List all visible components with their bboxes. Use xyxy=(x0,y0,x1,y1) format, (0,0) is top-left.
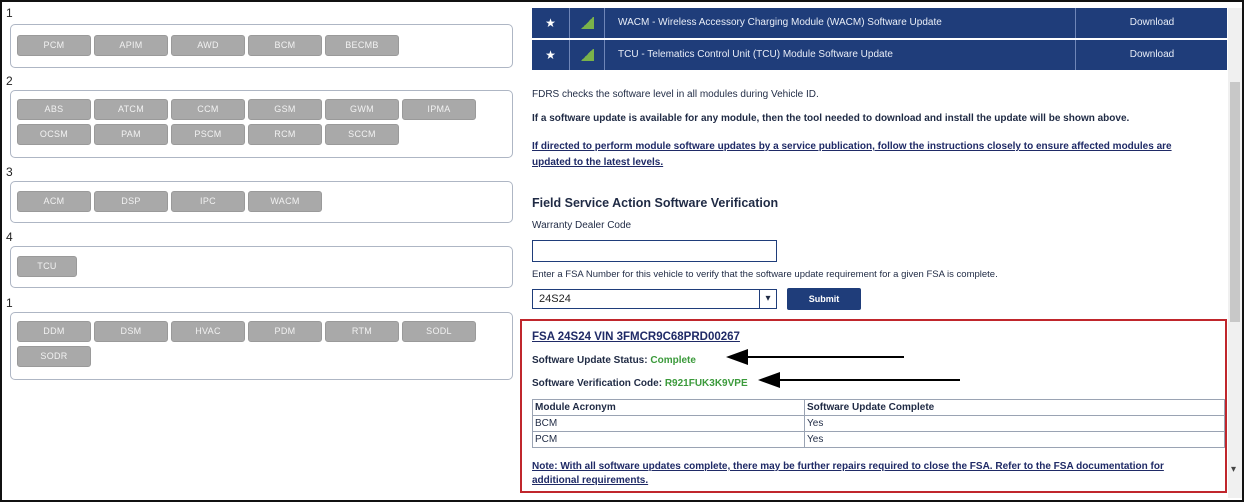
module-group-5: DDM DSM HVAC PDM RTM SODL SODR xyxy=(10,312,513,380)
module-group-3: ACM DSP IPC WACM xyxy=(10,181,513,223)
fsa-select-value: 24S24 xyxy=(539,293,571,305)
info-text-bold: If a software update is available for an… xyxy=(532,113,1130,124)
arrow-icon xyxy=(746,356,904,358)
module-button[interactable]: IPC xyxy=(171,191,245,212)
column-header: Software Update Complete xyxy=(804,399,1225,416)
group-label: 2 xyxy=(6,74,13,88)
module-status-table: Module Acronym Software Update Complete … xyxy=(532,399,1225,448)
scroll-down-icon[interactable]: ▾ xyxy=(1231,464,1236,475)
module-button[interactable]: BCM xyxy=(248,35,322,56)
table-row: PCM Yes xyxy=(532,431,1225,448)
verification-code-line: Software Verification Code: R921FUK3K9VP… xyxy=(532,378,748,389)
signal-icon xyxy=(570,8,605,38)
module-button[interactable]: IPMA xyxy=(402,99,476,120)
service-publication-link[interactable]: If directed to perform module software u… xyxy=(532,141,1172,152)
verification-code-label: Software Verification Code: xyxy=(532,378,663,389)
download-link[interactable]: Download xyxy=(1075,8,1228,38)
star-icon[interactable]: ★ xyxy=(532,40,570,70)
chevron-down-icon[interactable]: ▾ xyxy=(759,290,776,308)
module-button[interactable]: SCCM xyxy=(325,124,399,145)
module-button[interactable]: TCU xyxy=(17,256,77,277)
module-button[interactable]: DSP xyxy=(94,191,168,212)
fsa-result-title[interactable]: FSA 24S24 VIN 3FMCR9C68PRD00267 xyxy=(532,331,740,343)
download-row: ★ TCU - Telematics Control Unit (TCU) Mo… xyxy=(532,40,1227,70)
table-row: BCM Yes xyxy=(532,415,1225,432)
signal-icon xyxy=(570,40,605,70)
group-label: 1 xyxy=(6,6,13,20)
module-button[interactable]: DDM xyxy=(17,321,91,342)
module-button[interactable]: PAM xyxy=(94,124,168,145)
arrow-icon xyxy=(726,349,748,365)
fsa-result-box: FSA 24S24 VIN 3FMCR9C68PRD00267 Software… xyxy=(520,319,1227,493)
column-header: Module Acronym xyxy=(532,399,805,416)
module-button[interactable]: CCM xyxy=(171,99,245,120)
module-group-1: PCM APIM AWD BCM BECMB xyxy=(10,24,513,68)
module-button[interactable]: PSCM xyxy=(171,124,245,145)
module-button[interactable]: SODL xyxy=(402,321,476,342)
table-cell: BCM xyxy=(532,415,805,432)
group-label: 3 xyxy=(6,165,13,179)
info-text: FDRS checks the software level in all mo… xyxy=(532,89,819,100)
group-label: 4 xyxy=(6,230,13,244)
scrollbar-thumb[interactable] xyxy=(1230,82,1240,322)
arrow-icon xyxy=(778,379,960,381)
fsa-note-line: additional requirements. xyxy=(532,475,649,486)
fsa-note[interactable]: Note: With all software updates complete… xyxy=(532,460,1222,488)
module-button[interactable]: PCM xyxy=(17,35,91,56)
fsa-number-select[interactable]: 24S24 ▾ xyxy=(532,289,777,309)
module-button[interactable]: RCM xyxy=(248,124,322,145)
module-button[interactable]: ATCM xyxy=(94,99,168,120)
module-button[interactable]: HVAC xyxy=(171,321,245,342)
star-icon[interactable]: ★ xyxy=(532,8,570,38)
module-button[interactable]: OCSM xyxy=(17,124,91,145)
arrow-icon xyxy=(758,372,780,388)
module-button[interactable]: GSM xyxy=(248,99,322,120)
download-name: WACM - Wireless Accessory Charging Modul… xyxy=(618,17,942,28)
module-button[interactable]: SODR xyxy=(17,346,91,367)
module-button[interactable]: WACM xyxy=(248,191,322,212)
dealer-code-input[interactable] xyxy=(532,240,777,262)
update-status-value: Complete xyxy=(650,355,696,366)
module-button[interactable]: APIM xyxy=(94,35,168,56)
service-publication-link[interactable]: updated to the latest levels. xyxy=(532,157,663,168)
download-row: ★ WACM - Wireless Accessory Charging Mod… xyxy=(532,8,1227,38)
module-button[interactable]: ABS xyxy=(17,99,91,120)
table-cell: Yes xyxy=(804,431,1225,448)
module-group-2: ABS ATCM CCM GSM GWM IPMA OCSM PAM PSCM … xyxy=(10,90,513,158)
update-status-label: Software Update Status: xyxy=(532,355,648,366)
fdrs-window: 1 PCM APIM AWD BCM BECMB 2 ABS ATCM CCM … xyxy=(0,0,1244,502)
fsa-heading: Field Service Action Software Verificati… xyxy=(532,196,779,210)
download-link[interactable]: Download xyxy=(1075,40,1228,70)
module-group-4: TCU xyxy=(10,246,513,288)
module-button[interactable]: DSM xyxy=(94,321,168,342)
fsa-prompt: Enter a FSA Number for this vehicle to v… xyxy=(532,269,998,280)
table-header-row: Module Acronym Software Update Complete xyxy=(532,399,1225,416)
table-cell: PCM xyxy=(532,431,805,448)
download-name: TCU - Telematics Control Unit (TCU) Modu… xyxy=(618,49,893,60)
fsa-note-line: Note: With all software updates complete… xyxy=(532,461,1164,472)
module-button[interactable]: GWM xyxy=(325,99,399,120)
module-button[interactable]: BECMB xyxy=(325,35,399,56)
table-cell: Yes xyxy=(804,415,1225,432)
verification-code-value: R921FUK3K9VPE xyxy=(664,378,748,389)
group-label: 1 xyxy=(6,296,13,310)
submit-button[interactable]: Submit xyxy=(787,288,861,310)
module-button[interactable]: ACM xyxy=(17,191,91,212)
module-button[interactable]: AWD xyxy=(171,35,245,56)
update-status-line: Software Update Status: Complete xyxy=(532,355,696,366)
dealer-code-label: Warranty Dealer Code xyxy=(532,220,632,231)
module-button[interactable]: RTM xyxy=(325,321,399,342)
module-button[interactable]: PDM xyxy=(248,321,322,342)
